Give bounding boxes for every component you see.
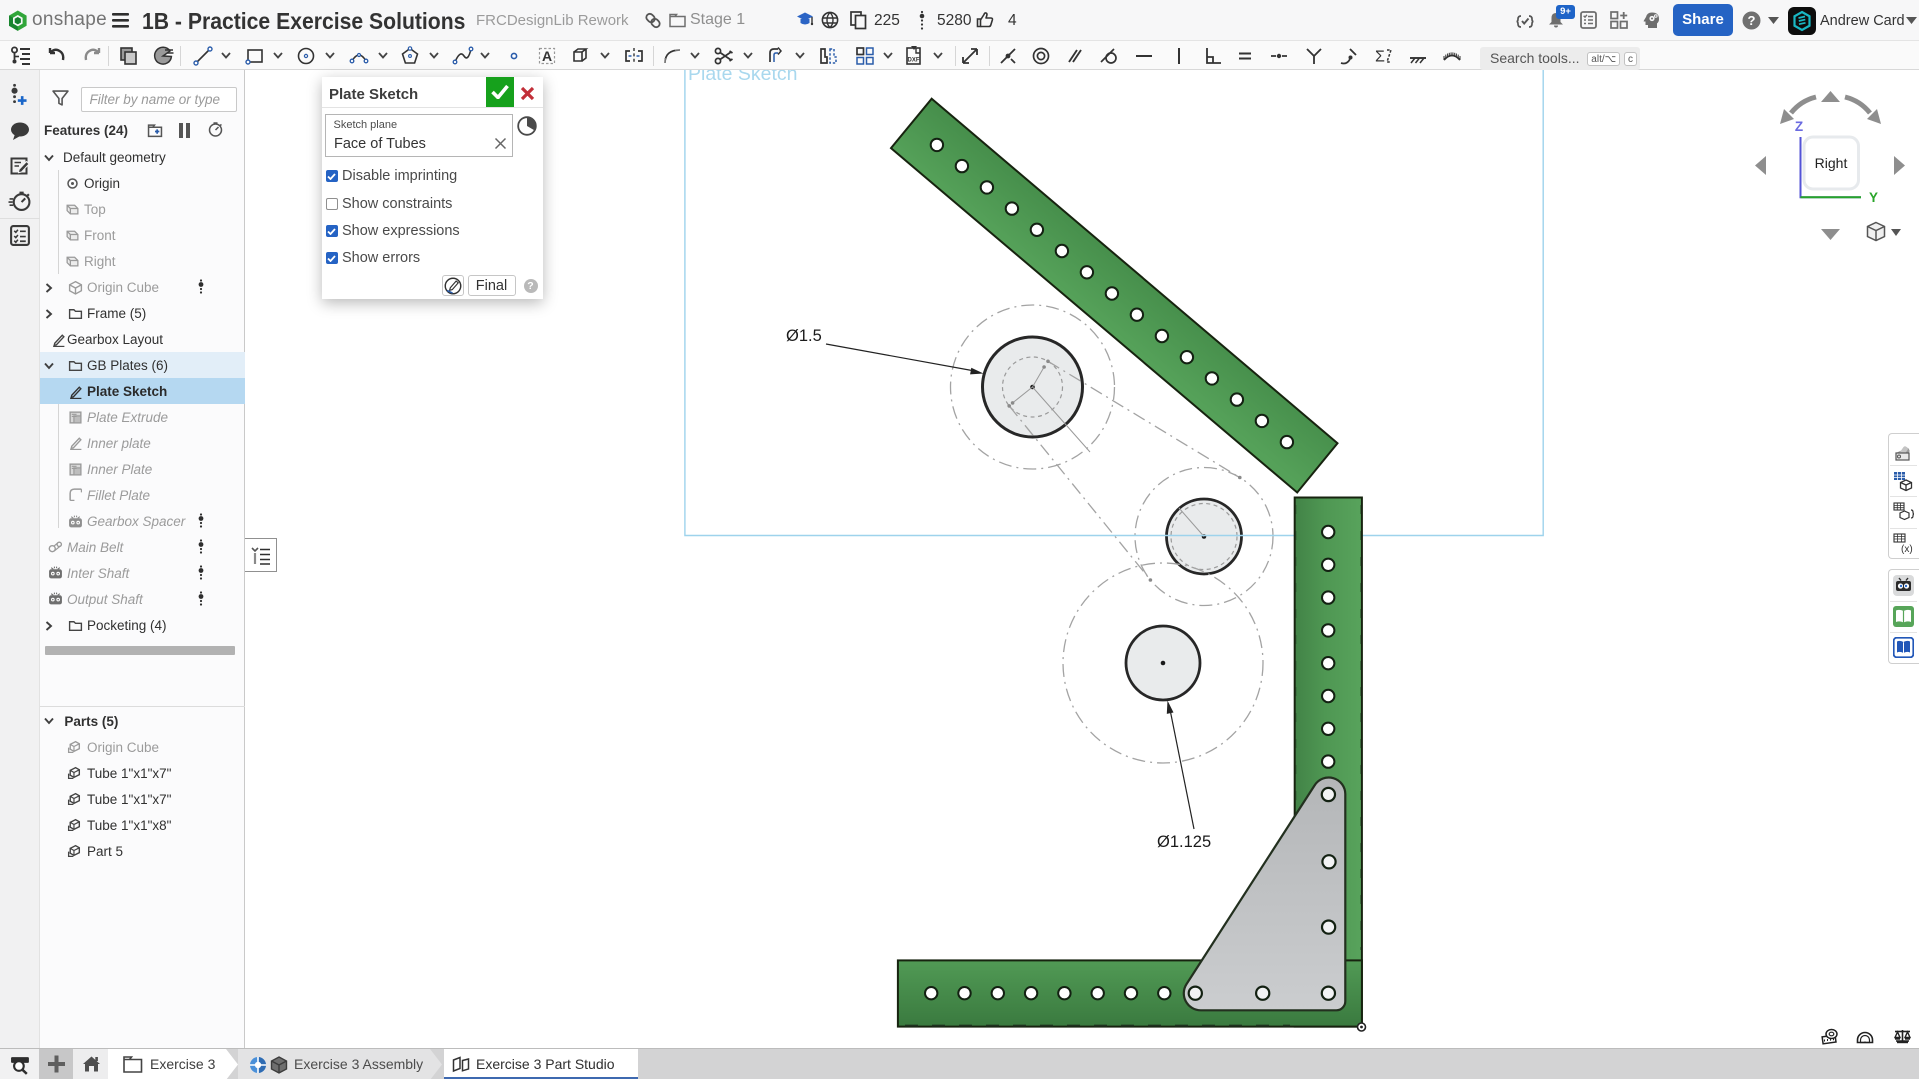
svg-text:Ø1.5: Ø1.5 <box>786 327 822 345</box>
svg-text:A: A <box>541 48 551 64</box>
svg-text:Y: Y <box>1869 190 1878 205</box>
svg-text:DXF: DXF <box>908 58 920 64</box>
svg-text:Z: Z <box>1795 119 1803 134</box>
svg-text:Right: Right <box>1815 155 1848 171</box>
svg-text:Plate Sketch: Plate Sketch <box>688 70 797 85</box>
svg-text:Σ: Σ <box>1375 49 1385 66</box>
svg-text:Ø1.125: Ø1.125 <box>1157 833 1211 851</box>
svg-text:?: ? <box>1748 13 1756 28</box>
svg-text:(x): (x) <box>1901 544 1913 554</box>
